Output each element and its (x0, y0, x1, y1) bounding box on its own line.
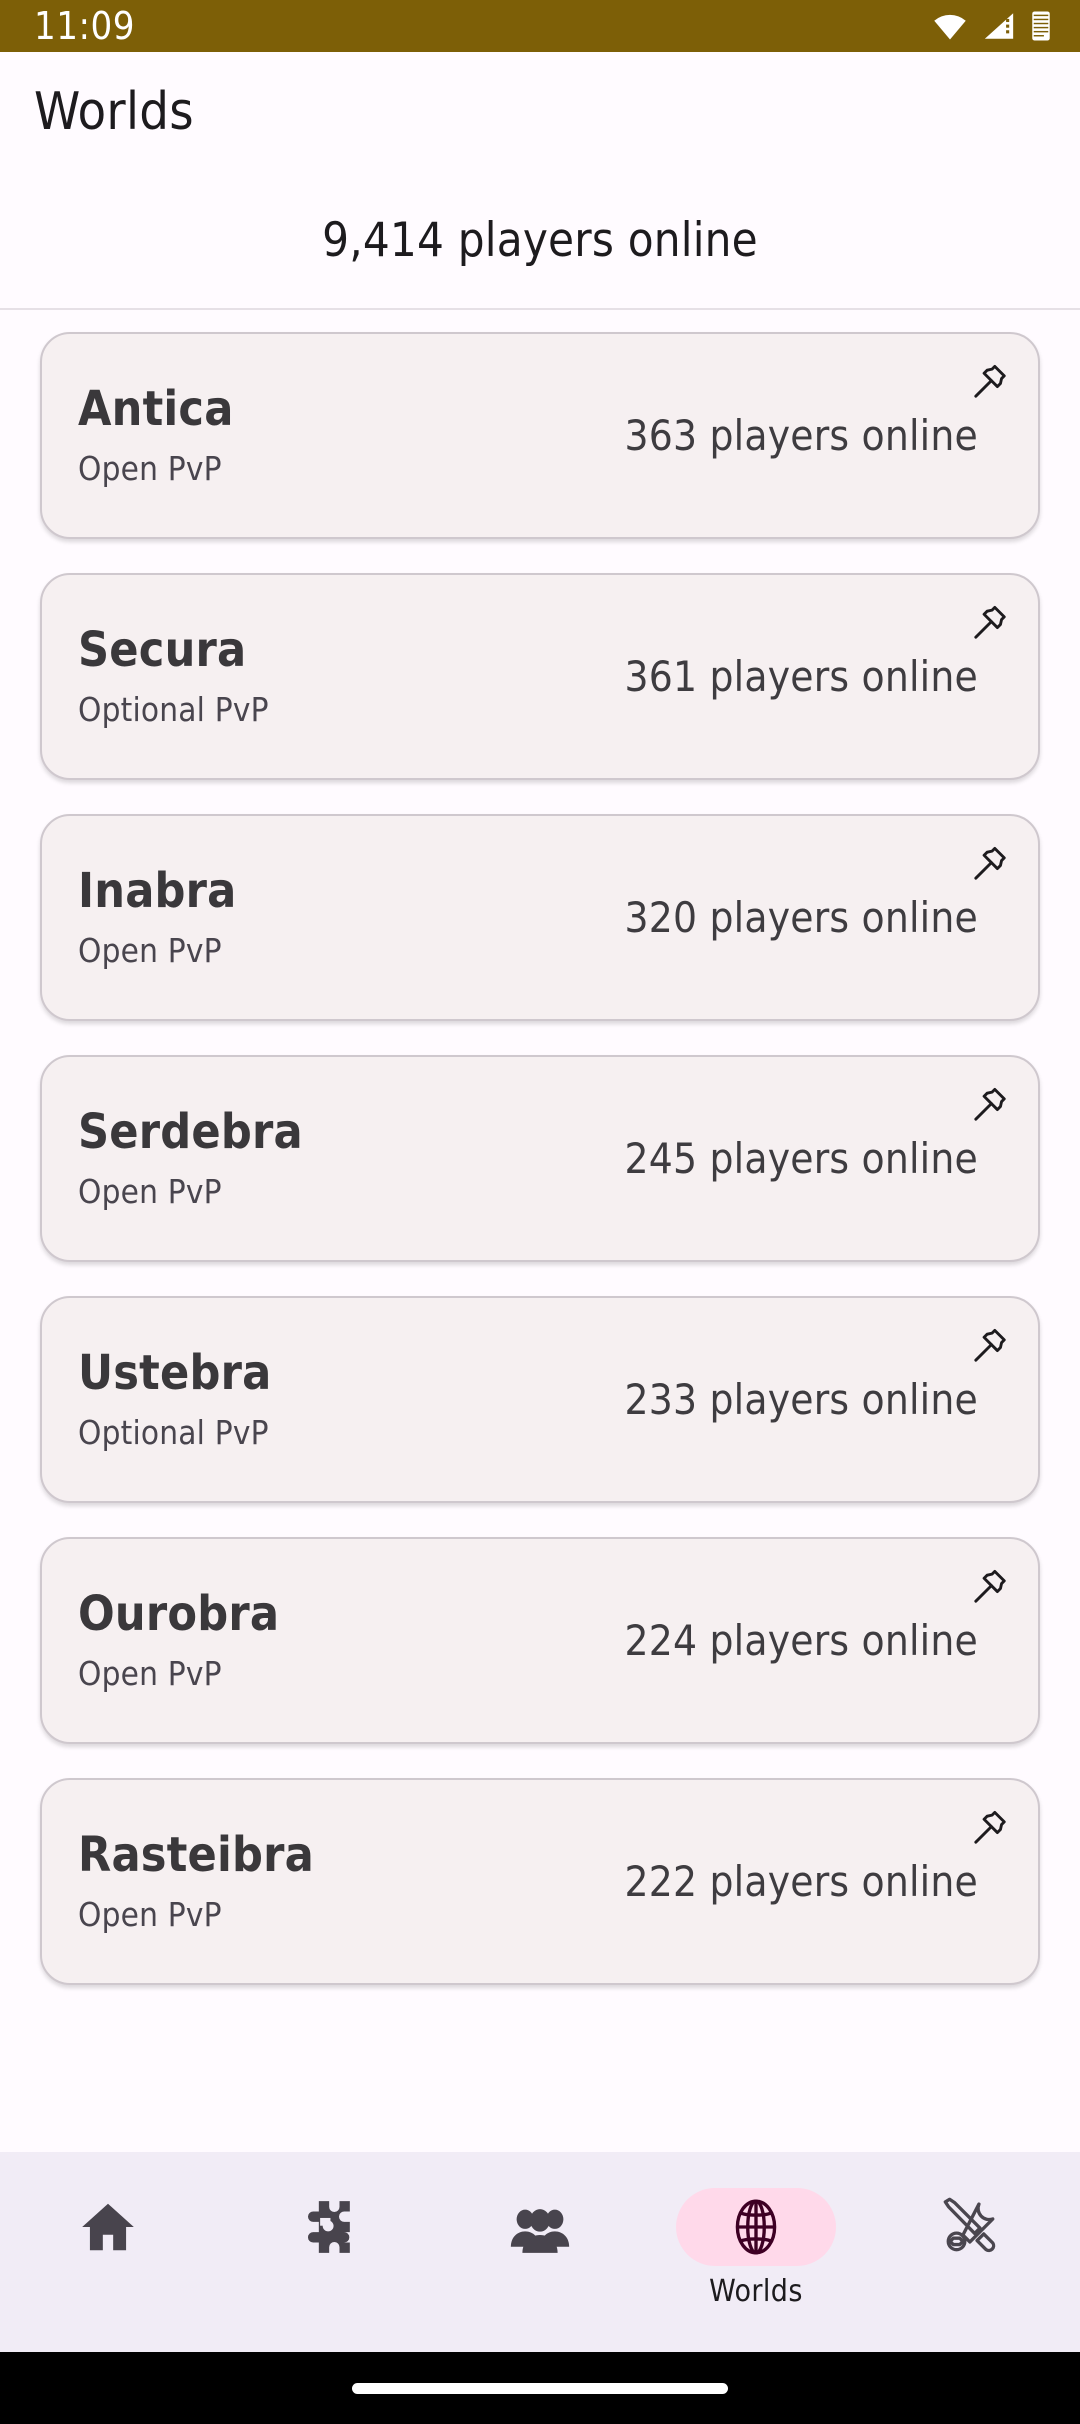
world-players-online: 233 players online (624, 1375, 978, 1424)
world-players-online: 222 players online (624, 1857, 978, 1906)
status-bar: 11:09 (0, 0, 1080, 52)
world-card[interactable]: Serdebra Open PvP 245 players online (40, 1055, 1040, 1262)
world-pvp-type: Open PvP (78, 931, 222, 971)
nav-item-home[interactable] (8, 2188, 208, 2266)
world-info: Antica Open PvP (78, 380, 408, 489)
world-card[interactable]: Rasteibra Open PvP 222 players online (40, 1778, 1040, 1985)
world-list[interactable]: Antica Open PvP 363 players online Secur… (0, 310, 1080, 2152)
world-name: Secura (78, 621, 247, 678)
tools-icon-wrap (892, 2188, 1052, 2266)
page-title: Worlds (34, 82, 194, 142)
pin-icon[interactable] (956, 593, 1020, 657)
nav-label-worlds: Worlds (709, 2274, 803, 2309)
players-online-count: 9,414 players online (322, 212, 758, 268)
globe-icon-wrap (676, 2188, 836, 2266)
world-name: Ustebra (78, 1344, 272, 1401)
app-bar: Worlds (0, 52, 1080, 172)
world-info: Inabra Open PvP (78, 862, 408, 971)
world-pvp-type: Open PvP (78, 449, 222, 489)
globe-icon (725, 2196, 787, 2258)
world-info: Secura Optional PvP (78, 621, 408, 730)
pin-icon[interactable] (956, 352, 1020, 416)
world-info: Ustebra Optional PvP (78, 1344, 408, 1453)
home-icon (77, 2196, 139, 2258)
world-name: Antica (78, 380, 234, 437)
cellular-signal-icon (982, 11, 1016, 41)
world-players-online: 245 players online (624, 1134, 978, 1183)
people-icon-wrap (460, 2188, 620, 2266)
battery-icon (1030, 10, 1052, 42)
nav-item-worlds[interactable]: Worlds (656, 2188, 856, 2309)
world-name: Serdebra (78, 1103, 303, 1160)
world-pvp-type: Open PvP (78, 1654, 222, 1694)
pin-icon[interactable] (956, 834, 1020, 898)
world-players-online: 363 players online (624, 411, 978, 460)
world-name: Ourobra (78, 1585, 280, 1642)
wifi-icon (932, 11, 968, 41)
status-icon-group (932, 10, 1052, 42)
nav-item-tools[interactable] (872, 2188, 1072, 2266)
world-info: Ourobra Open PvP (78, 1585, 408, 1694)
home-icon-wrap (28, 2188, 188, 2266)
world-pvp-type: Open PvP (78, 1172, 222, 1212)
app-screen: 11:09 Worlds 9,414 players online Antica… (0, 0, 1080, 2424)
world-card[interactable]: Antica Open PvP 363 players online (40, 332, 1040, 539)
world-info: Rasteibra Open PvP (78, 1826, 408, 1935)
bottom-navigation-bar: Worlds (0, 2152, 1080, 2352)
world-card[interactable]: Secura Optional PvP 361 players online (40, 573, 1040, 780)
world-card[interactable]: Ourobra Open PvP 224 players online (40, 1537, 1040, 1744)
players-online-summary: 9,414 players online (0, 172, 1080, 310)
world-card[interactable]: Inabra Open PvP 320 players online (40, 814, 1040, 1021)
gesture-pill[interactable] (352, 2382, 728, 2394)
nav-item-people[interactable] (440, 2188, 640, 2266)
world-players-online: 320 players online (624, 893, 978, 942)
world-pvp-type: Optional PvP (78, 690, 269, 730)
tools-icon (940, 2195, 1004, 2259)
pin-icon[interactable] (956, 1316, 1020, 1380)
puzzle-icon-wrap (244, 2188, 404, 2266)
world-name: Inabra (78, 862, 237, 919)
world-name: Rasteibra (78, 1826, 314, 1883)
pin-icon[interactable] (956, 1798, 1020, 1862)
people-icon (507, 2194, 573, 2260)
world-players-online: 361 players online (624, 652, 978, 701)
puzzle-icon (293, 2196, 355, 2258)
pin-icon[interactable] (956, 1075, 1020, 1139)
status-time: 11:09 (34, 4, 136, 48)
nav-item-extensions[interactable] (224, 2188, 424, 2266)
world-players-online: 224 players online (624, 1616, 978, 1665)
world-pvp-type: Open PvP (78, 1895, 222, 1935)
world-pvp-type: Optional PvP (78, 1413, 269, 1453)
pin-icon[interactable] (956, 1557, 1020, 1621)
world-info: Serdebra Open PvP (78, 1103, 408, 1212)
world-card[interactable]: Ustebra Optional PvP 233 players online (40, 1296, 1040, 1503)
gesture-navigation-bar (0, 2352, 1080, 2424)
